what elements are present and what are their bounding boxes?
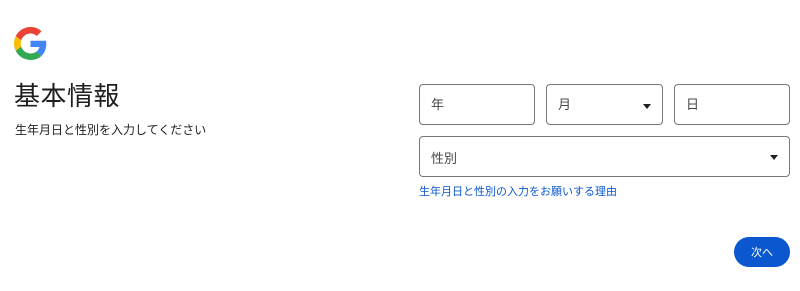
birthday-gender-page: 基本情報 生年月日と性別を入力してください 年 月 日 性別 生年月日と性別の入…: [0, 0, 800, 291]
year-input[interactable]: 年: [419, 84, 535, 125]
page-title: 基本情報: [14, 82, 121, 112]
month-select[interactable]: 月: [546, 84, 663, 125]
dropdown-caret-icon: [643, 104, 651, 109]
page-subtitle: 生年月日と性別を入力してください: [15, 123, 207, 137]
next-button[interactable]: 次へ: [734, 237, 790, 267]
day-input[interactable]: 日: [674, 84, 790, 125]
gender-select-label: 性別: [431, 152, 458, 167]
gender-select[interactable]: 性別: [419, 136, 790, 177]
dropdown-caret-icon: [770, 155, 778, 160]
google-logo-icon: [14, 27, 47, 60]
day-input-label: 日: [686, 98, 700, 113]
why-we-ask-link[interactable]: 生年月日と性別の入力をお願いする理由: [419, 183, 617, 199]
month-select-label: 月: [558, 98, 572, 113]
year-input-label: 年: [431, 98, 445, 113]
